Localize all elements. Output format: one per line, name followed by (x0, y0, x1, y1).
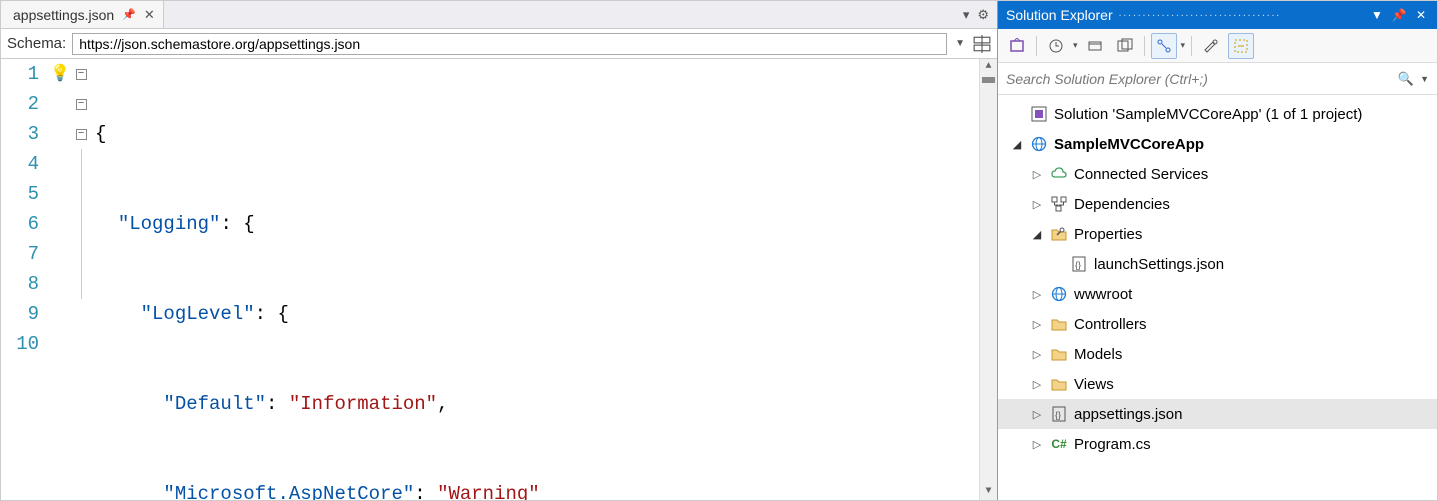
search-dropdown-icon[interactable]: ▼ (1420, 74, 1429, 84)
node-label: launchSettings.json (1094, 256, 1224, 273)
tab-dropdown-icon[interactable]: ▾ (963, 7, 970, 23)
globe-icon (1030, 136, 1048, 152)
chevron-right-icon[interactable]: ▷ (1030, 348, 1044, 361)
solution-explorer-toolbar: ▾ ▾ (998, 29, 1437, 63)
models-node[interactable]: ▷ Models (998, 339, 1437, 369)
connected-services-node[interactable]: ▷ Connected Services (998, 159, 1437, 189)
drag-handle-icon[interactable]: ∙∙∙∙∙∙∙∙∙∙∙∙∙∙∙∙∙∙∙∙∙∙∙∙∙∙∙∙∙∙∙∙∙∙ (1119, 10, 1363, 21)
close-icon[interactable]: ✕ (144, 7, 155, 23)
solution-explorer-titlebar[interactable]: Solution Explorer ∙∙∙∙∙∙∙∙∙∙∙∙∙∙∙∙∙∙∙∙∙∙… (998, 1, 1437, 29)
solution-icon (1030, 106, 1048, 122)
show-all-icon[interactable] (1112, 33, 1138, 59)
properties-node[interactable]: ◢ Properties (998, 219, 1437, 249)
properties-icon[interactable] (1198, 33, 1224, 59)
json-file-icon: {} (1070, 256, 1088, 272)
solution-tree[interactable]: Solution 'SampleMVCCoreApp' (1 of 1 proj… (998, 95, 1437, 500)
dependencies-node[interactable]: ▷ Dependencies (998, 189, 1437, 219)
chevron-right-icon[interactable]: ▷ (1030, 438, 1044, 451)
pin-icon[interactable]: 📌 (1391, 8, 1407, 22)
editor-pane: appsettings.json 📌 ✕ ▾ ⚙ Schema: ▼ 1 2 3… (1, 1, 997, 500)
solution-explorer-panel: Solution Explorer ∙∙∙∙∙∙∙∙∙∙∙∙∙∙∙∙∙∙∙∙∙∙… (997, 1, 1437, 500)
collapse-icon[interactable] (1082, 33, 1108, 59)
history-icon[interactable] (1043, 33, 1069, 59)
dependencies-icon (1050, 196, 1068, 212)
solution-label: Solution 'SampleMVCCoreApp' (1 of 1 proj… (1054, 106, 1362, 123)
home-icon[interactable] (1004, 33, 1030, 59)
folder-icon (1050, 346, 1068, 362)
schema-input[interactable] (72, 33, 947, 55)
scroll-marker[interactable] (982, 77, 995, 83)
project-label: SampleMVCCoreApp (1054, 136, 1204, 153)
line-number-gutter: 1 2 3 4 5 6 7 8 9 10 (1, 59, 49, 500)
chevron-right-icon[interactable]: ▷ (1030, 288, 1044, 301)
split-editor-icon[interactable] (973, 35, 991, 53)
scroll-up-icon[interactable]: ▲ (980, 59, 997, 75)
appsettings-node[interactable]: ▷ {} appsettings.json (998, 399, 1437, 429)
node-label: wwwroot (1074, 286, 1132, 303)
preview-icon[interactable] (1228, 33, 1254, 59)
svg-text:{}: {} (1055, 410, 1061, 420)
sync-icon[interactable] (1151, 33, 1177, 59)
folder-icon (1050, 316, 1068, 332)
code-area[interactable]: 1 2 3 4 5 6 7 8 9 10 💡 − − − { (1, 59, 997, 500)
tab-bar: appsettings.json 📌 ✕ ▾ ⚙ (1, 1, 997, 29)
node-label: Models (1074, 346, 1122, 363)
wwwroot-node[interactable]: ▷ wwwroot (998, 279, 1437, 309)
node-label: Program.cs (1074, 436, 1151, 453)
launchsettings-node[interactable]: {} launchSettings.json (998, 249, 1437, 279)
lightbulb-gutter: 💡 (49, 59, 71, 500)
node-label: Controllers (1074, 316, 1147, 333)
chevron-down-icon[interactable]: ◢ (1030, 228, 1044, 241)
node-label: Connected Services (1074, 166, 1208, 183)
folder-icon (1050, 376, 1068, 392)
globe-icon (1050, 286, 1068, 302)
chevron-down-icon[interactable]: ◢ (1010, 138, 1024, 151)
close-icon[interactable]: ✕ (1413, 8, 1429, 22)
tab-bar-right: ▾ ⚙ (963, 7, 997, 23)
solution-explorer-title: Solution Explorer (1006, 7, 1113, 23)
fold-gutter: − − − (71, 59, 91, 500)
chevron-right-icon[interactable]: ▷ (1030, 198, 1044, 211)
node-label: Dependencies (1074, 196, 1170, 213)
node-label: appsettings.json (1074, 406, 1182, 423)
scroll-down-icon[interactable]: ▼ (980, 484, 997, 500)
controllers-node[interactable]: ▷ Controllers (998, 309, 1437, 339)
svg-text:{}: {} (1075, 260, 1081, 270)
csharp-file-icon: C# (1050, 437, 1068, 451)
fold-toggle[interactable]: − (76, 99, 87, 110)
tab-appsettings[interactable]: appsettings.json 📌 ✕ (1, 1, 164, 28)
wrench-folder-icon (1050, 226, 1068, 242)
chevron-right-icon[interactable]: ▷ (1030, 168, 1044, 181)
fold-toggle[interactable]: − (76, 69, 87, 80)
chevron-right-icon[interactable]: ▷ (1030, 318, 1044, 331)
solution-explorer-search[interactable]: 🔍 ▼ (998, 63, 1437, 95)
tab-label: appsettings.json (13, 7, 114, 23)
chevron-right-icon[interactable]: ▷ (1030, 408, 1044, 421)
solution-node[interactable]: Solution 'SampleMVCCoreApp' (1 of 1 proj… (998, 99, 1437, 129)
search-icon[interactable]: 🔍 (1398, 71, 1414, 87)
code-content[interactable]: { "Logging": { "LogLevel": { "Default": … (91, 59, 979, 500)
fold-toggle[interactable]: − (76, 129, 87, 140)
editor-scrollbar[interactable]: ▲ ▼ (979, 59, 997, 500)
schema-dropdown-icon[interactable]: ▼ (953, 38, 967, 49)
cloud-icon (1050, 166, 1068, 182)
node-label: Views (1074, 376, 1114, 393)
pin-icon[interactable]: 📌 (122, 8, 136, 21)
schema-label: Schema: (7, 35, 66, 52)
schema-bar: Schema: ▼ (1, 29, 997, 59)
node-label: Properties (1074, 226, 1142, 243)
program-node[interactable]: ▷ C# Program.cs (998, 429, 1437, 459)
lightbulb-icon[interactable]: 💡 (49, 59, 71, 89)
gear-icon[interactable]: ⚙ (977, 7, 989, 23)
search-input[interactable] (1006, 71, 1392, 87)
views-node[interactable]: ▷ Views (998, 369, 1437, 399)
json-file-icon: {} (1050, 406, 1068, 422)
project-node[interactable]: ◢ SampleMVCCoreApp (998, 129, 1437, 159)
chevron-right-icon[interactable]: ▷ (1030, 378, 1044, 391)
panel-dropdown-icon[interactable]: ▼ (1369, 8, 1385, 22)
